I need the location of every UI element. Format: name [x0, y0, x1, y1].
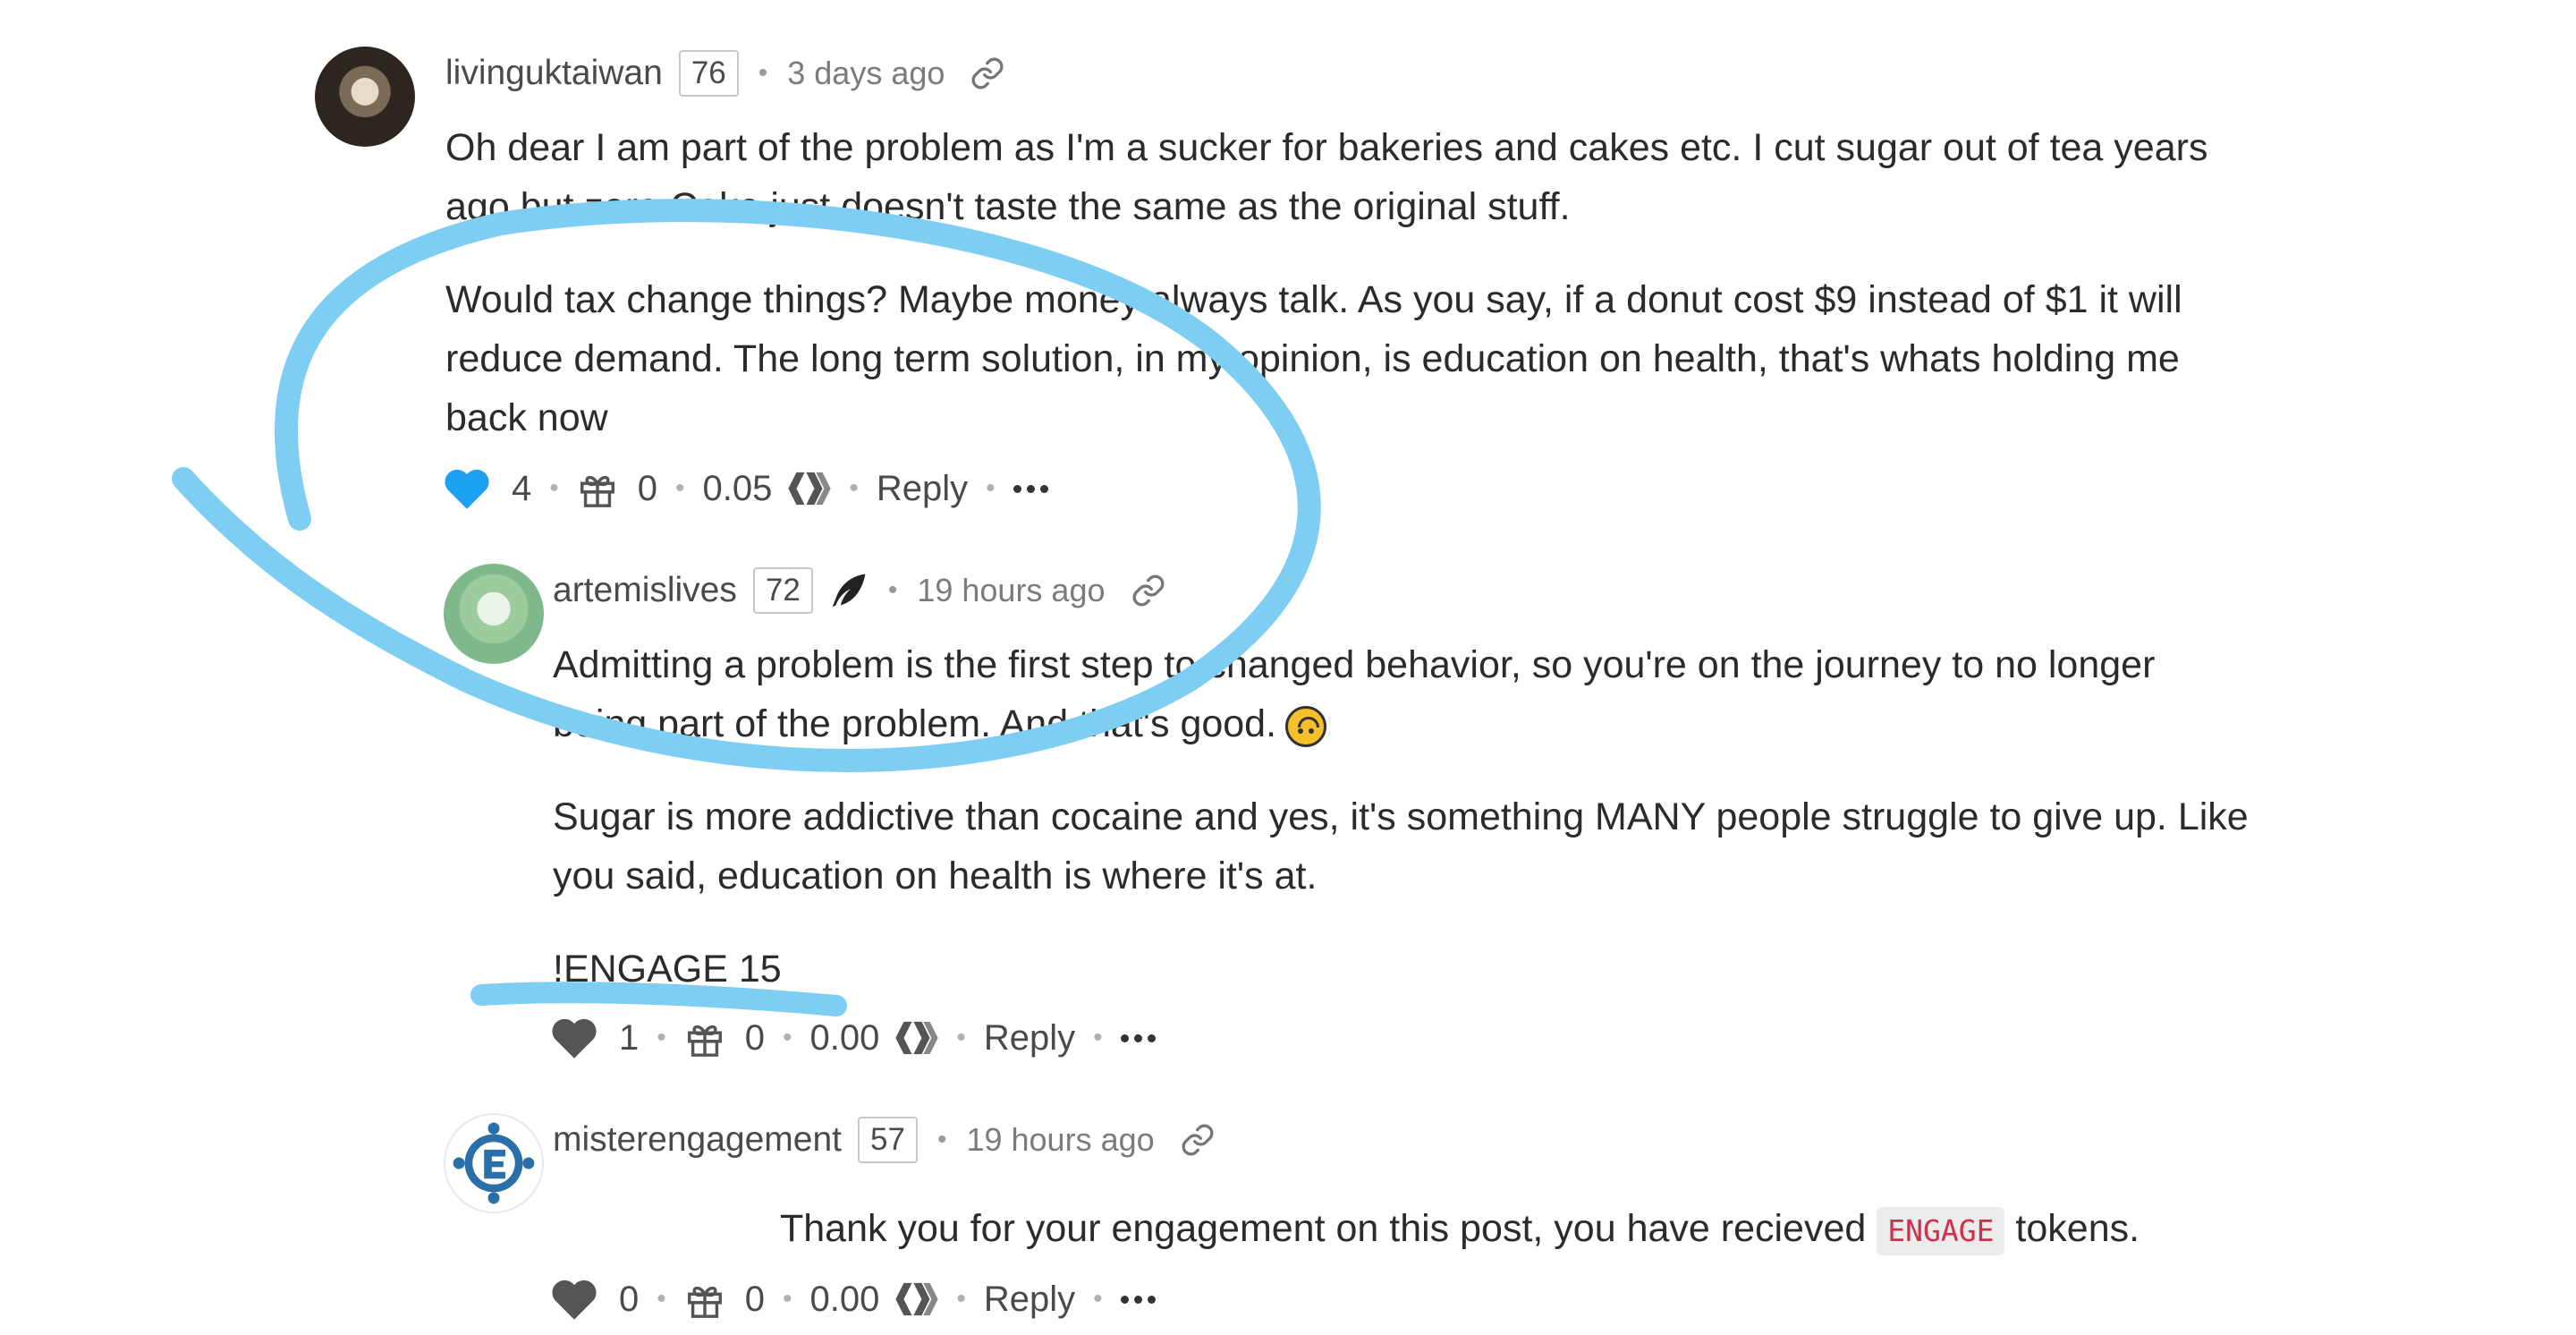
vote-count[interactable]: 0	[619, 1280, 639, 1320]
body-line: back now	[445, 396, 608, 439]
link-icon[interactable]	[970, 55, 1005, 91]
body-line: being part of the problem. And that's go…	[553, 702, 1277, 745]
link-icon[interactable]	[1131, 573, 1166, 608]
gift-count: 0	[637, 468, 658, 508]
more-options-icon[interactable]	[1120, 1033, 1156, 1042]
body-line: ago but zero Coke just doesn't taste the…	[445, 185, 1571, 228]
comment-body: Admitting a problem is the first step to…	[553, 635, 2249, 999]
separator-dot: •	[1093, 1284, 1103, 1314]
hive-icon	[895, 1281, 939, 1317]
gift-icon[interactable]	[684, 1279, 725, 1320]
link-icon[interactable]	[1180, 1122, 1216, 1158]
timestamp[interactable]: 3 days ago	[787, 55, 945, 92]
vote-count[interactable]: 1	[619, 1018, 639, 1059]
engage-token-code: ENGAGE	[1877, 1207, 2005, 1255]
avatar[interactable]	[444, 564, 544, 664]
separator-dot: •	[887, 575, 898, 605]
separator-dot: •	[758, 58, 768, 88]
body-line: Oh dear I am part of the problem as I'm …	[445, 126, 2208, 169]
reputation-badge: 72	[752, 567, 813, 614]
upvote-heart-icon[interactable]	[549, 1016, 599, 1060]
reputation-badge: 76	[678, 50, 739, 97]
upside-down-face-emoji-icon	[1285, 705, 1327, 747]
engage-command: !ENGAGE 15	[553, 948, 782, 991]
reply-button[interactable]: Reply	[877, 469, 968, 509]
reply-button[interactable]: Reply	[984, 1018, 1075, 1059]
body-line: Admitting a problem is the first step to…	[553, 643, 2156, 686]
gift-count: 0	[744, 1279, 766, 1319]
gift-icon[interactable]	[684, 1017, 725, 1059]
avatar[interactable]	[444, 1113, 544, 1213]
separator-dot: •	[956, 1023, 966, 1052]
body-line: reduce demand. The long term solution, i…	[445, 337, 2180, 380]
avatar[interactable]	[315, 47, 415, 147]
engage-logo-icon	[453, 1122, 535, 1204]
body-line: Would tax change things? Maybe money alw…	[445, 278, 2182, 321]
timestamp[interactable]: 19 hours ago	[966, 1121, 1154, 1159]
separator-dot: •	[783, 1284, 792, 1314]
hive-icon	[895, 1020, 939, 1056]
comment-body: Thank you for your engagement on this po…	[780, 1199, 2140, 1258]
separator-dot: •	[783, 1023, 792, 1052]
timestamp[interactable]: 19 hours ago	[917, 572, 1105, 609]
author-name[interactable]: misterengagement	[553, 1120, 842, 1160]
separator-dot: •	[675, 473, 685, 503]
more-options-icon[interactable]	[1120, 1295, 1156, 1304]
gift-icon[interactable]	[577, 468, 618, 509]
body-line: Thank you for your engagement on this po…	[780, 1207, 1867, 1250]
separator-dot: •	[986, 473, 996, 503]
separator-dot: •	[657, 1284, 666, 1314]
body-line: Sugar is more addictive than cocaine and…	[553, 795, 2249, 838]
payout-value[interactable]: 0.05	[703, 469, 773, 509]
separator-dot: •	[657, 1023, 666, 1052]
reply-button[interactable]: Reply	[984, 1280, 1075, 1320]
body-line: tokens.	[2015, 1207, 2140, 1250]
payout-value[interactable]: 0.00	[810, 1280, 880, 1320]
separator-dot: •	[549, 473, 559, 503]
hive-icon	[788, 471, 832, 506]
separator-dot: •	[849, 473, 859, 503]
reputation-badge: 57	[858, 1117, 918, 1163]
separator-dot: •	[956, 1284, 966, 1314]
upvote-heart-icon[interactable]	[442, 466, 492, 511]
author-name[interactable]: livinguktaiwan	[445, 54, 663, 93]
more-options-icon[interactable]	[1013, 484, 1048, 493]
payout-value[interactable]: 0.00	[810, 1018, 880, 1059]
comment-body: Oh dear I am part of the problem as I'm …	[445, 118, 2207, 447]
feather-icon	[829, 571, 869, 610]
separator-dot: •	[936, 1125, 947, 1154]
vote-count[interactable]: 4	[512, 469, 531, 509]
gift-count: 0	[744, 1017, 766, 1058]
separator-dot: •	[1093, 1023, 1103, 1052]
author-name[interactable]: artemislives	[553, 571, 737, 610]
body-line: you said, education on health is where i…	[553, 855, 1318, 897]
upvote-heart-icon[interactable]	[549, 1277, 599, 1322]
